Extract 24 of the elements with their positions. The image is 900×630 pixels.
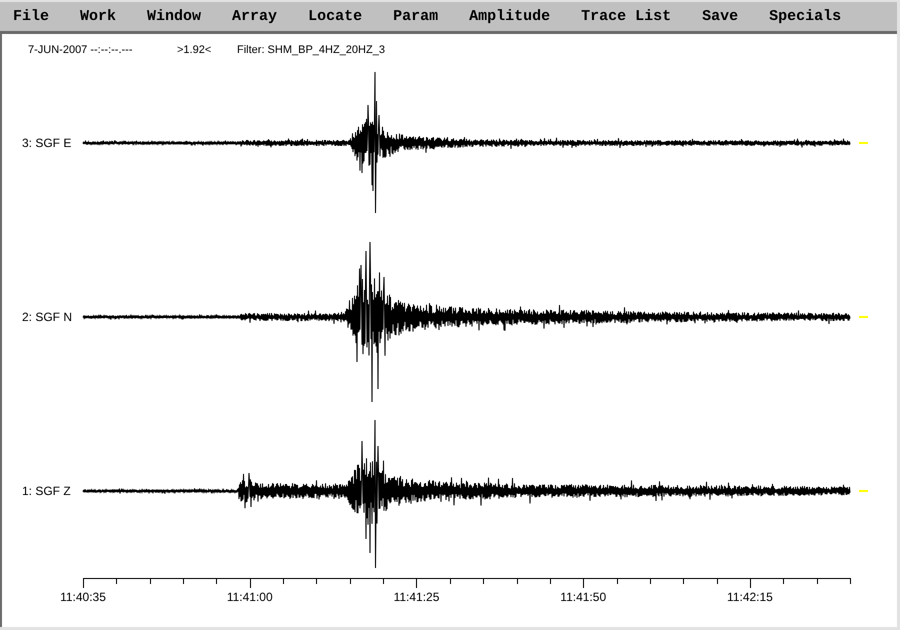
time-tick-label: 11:41:25 bbox=[394, 590, 440, 604]
trace-label: 1: SGF Z bbox=[22, 484, 71, 498]
trace-marker-icon bbox=[859, 316, 868, 318]
filter-readout: Filter: SHM_BP_4HZ_20HZ_3 bbox=[237, 44, 385, 56]
trace-marker-icon bbox=[859, 490, 868, 492]
time-tick-label: 11:42:15 bbox=[727, 590, 773, 604]
menu-item[interactable]: Save bbox=[702, 8, 738, 24]
trace-marker-icon bbox=[859, 142, 868, 144]
menu-item[interactable]: Param bbox=[393, 8, 438, 24]
menu-item[interactable]: Work bbox=[80, 8, 116, 24]
date-time-readout: 7-JUN-2007 --:--:--.--- bbox=[28, 44, 132, 56]
menu-item[interactable]: Amplitude bbox=[469, 8, 550, 24]
trace-label: 2: SGF N bbox=[22, 310, 72, 324]
time-tick-label: 11:41:50 bbox=[560, 590, 606, 604]
menu-item[interactable]: Window bbox=[147, 8, 202, 24]
trace-label: 3: SGF E bbox=[22, 136, 72, 150]
menu-item[interactable]: Array bbox=[232, 8, 278, 24]
menu-item[interactable]: Specials bbox=[769, 8, 842, 24]
menu-item[interactable]: Trace List bbox=[581, 8, 672, 24]
time-tick-label: 11:40:35 bbox=[60, 590, 106, 604]
time-tick-label: 11:41:00 bbox=[226, 590, 273, 604]
menu-item[interactable]: Locate bbox=[308, 8, 362, 24]
menu-item[interactable]: File bbox=[13, 8, 50, 24]
scale-readout: >1.92< bbox=[177, 44, 212, 56]
